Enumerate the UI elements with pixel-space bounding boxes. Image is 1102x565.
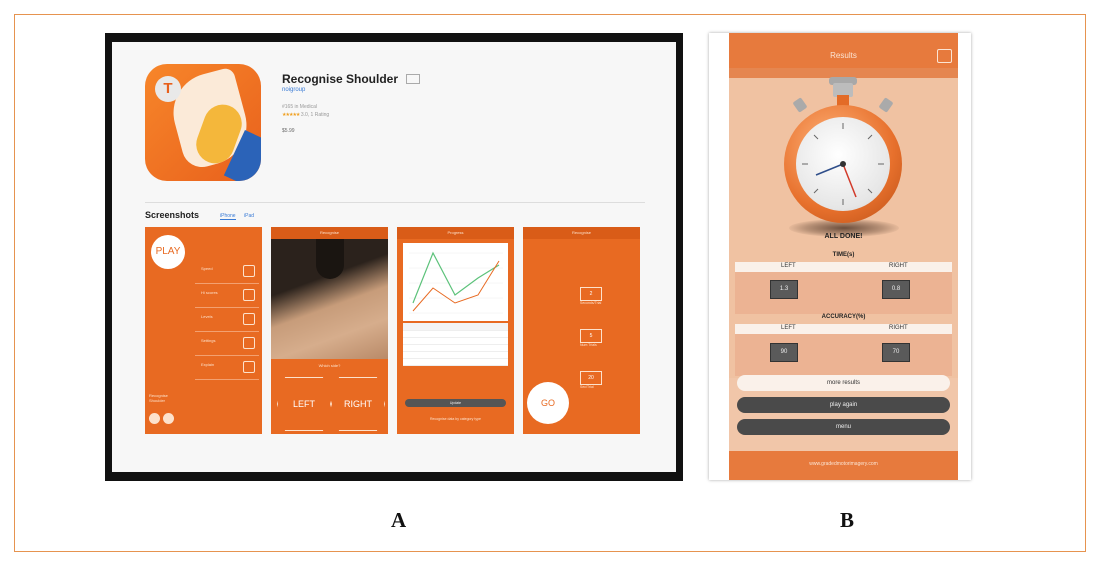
menu-button[interactable]: menu (737, 419, 950, 435)
time-left-value: 1.3 (770, 280, 798, 299)
results-screenshot: Results ALL DONE! TIME(s) LEFT RIGHT 1.3… (709, 33, 971, 480)
price-button[interactable]: $5.99 (282, 128, 295, 134)
share-icon[interactable] (937, 49, 952, 63)
screenshot-recognise[interactable]: Recognise Which side? LEFT RIGHT (271, 227, 388, 434)
menu-item-hi-scores[interactable]: Hi scores (195, 285, 259, 308)
caption-b: B (840, 508, 855, 532)
time-right-value: 0.8 (882, 280, 910, 299)
nav-bar: Progress (397, 227, 514, 239)
play-button[interactable]: PLAY (151, 235, 185, 269)
share-icon[interactable] (149, 413, 160, 424)
divider (145, 202, 645, 203)
value-box[interactable]: 20 (580, 371, 602, 385)
speed-icon (243, 265, 255, 277)
screenshot-settings[interactable]: Recognise 2 Seconds/Trial 5 Num Trials 2… (523, 227, 640, 434)
info-icon[interactable] (163, 413, 174, 424)
results-title: Results (830, 51, 857, 60)
left-label: LEFT (781, 325, 796, 331)
rating-line: ★★★★★ 3.0, 1 Rating (282, 112, 329, 118)
series-line-orange (412, 260, 500, 312)
hair-shape (316, 239, 344, 279)
value-label: Seconds/Trial (580, 301, 602, 305)
value-box[interactable]: 5 (580, 329, 602, 343)
stopwatch-hand-red (842, 163, 857, 198)
accuracy-right-value: 70 (882, 343, 910, 362)
value-label: Sec/Trial (580, 385, 594, 389)
rating-text: 3.0, 1 Rating (300, 112, 330, 118)
more-results-button[interactable]: more results (737, 375, 950, 391)
stopwatch-face (796, 117, 890, 211)
screenshot-main-menu[interactable]: PLAY Speed Hi scores Levels Settings Exp… (145, 227, 262, 434)
tab-iphone[interactable]: iPhone (220, 213, 236, 220)
levels-icon (243, 313, 255, 325)
update-button[interactable]: Update (405, 399, 506, 407)
results-screen: Results ALL DONE! TIME(s) LEFT RIGHT 1.3… (729, 33, 958, 480)
app-name-footer: Recognise Shoulder (149, 393, 168, 403)
nav-title: Recognise (320, 230, 339, 235)
menu-item-label: Explain (201, 362, 215, 367)
nav-bar: Recognise (523, 227, 640, 239)
question-caption: Which side? (318, 363, 341, 368)
play-again-button[interactable]: play again (737, 397, 950, 413)
nav-title: Recognise (572, 230, 591, 235)
app-store-screenshot: T Recognise Shoulder noigroup #165 in Me… (105, 33, 683, 481)
t-logo-icon: T (155, 76, 181, 102)
time-values-row (735, 272, 952, 314)
all-done-text: ALL DONE! (824, 233, 863, 240)
screenshot-progress[interactable]: Progress Update Recognise data by catego… (397, 227, 514, 434)
go-button[interactable]: GO (527, 382, 569, 424)
nav-bar: Recognise (271, 227, 388, 239)
menu-item-label: Speed (201, 266, 213, 271)
scores-icon (243, 289, 255, 301)
left-label: LEFT (781, 263, 796, 269)
menu-item-levels[interactable]: Levels (195, 309, 259, 332)
tab-ipad[interactable]: iPad (244, 213, 254, 219)
menu-item-label: Levels (201, 314, 213, 319)
developer-link[interactable]: noigroup (282, 87, 305, 93)
accuracy-left-value: 90 (770, 343, 798, 362)
time-heading: TIME(s) (832, 252, 855, 258)
status-bar (729, 33, 958, 46)
right-label: RIGHT (889, 325, 908, 331)
screenshots-heading: Screenshots (145, 210, 200, 220)
nav-title: Progress (447, 230, 464, 235)
time-label-bar: LEFT RIGHT (735, 262, 952, 272)
shoulder-photo (271, 239, 388, 359)
age-rating-badge (406, 74, 420, 84)
right-button[interactable]: RIGHT (331, 377, 385, 431)
menu-item-label: Settings (201, 338, 216, 343)
accuracy-heading: ACCURACY(%) (821, 314, 866, 320)
footer-url[interactable]: www.gradedmotorimagery.com (729, 461, 958, 467)
stopwatch-hand-blue (815, 163, 844, 176)
value-box[interactable]: 2 (580, 287, 602, 301)
right-label: RIGHT (889, 263, 908, 269)
progress-chart-svg (409, 251, 503, 314)
menu-item-label: Hi scores (201, 290, 218, 295)
gear-icon (243, 337, 255, 349)
star-rating-icon: ★★★★★ (282, 112, 300, 118)
value-label: Num Trials (580, 343, 597, 347)
menu-item-settings[interactable]: Settings (195, 333, 259, 356)
footer-line: Shoulder (149, 398, 166, 403)
accuracy-values-row (735, 334, 952, 376)
caption-a: A (391, 508, 407, 532)
menu-item-speed[interactable]: Speed (195, 261, 259, 284)
accuracy-label-bar: LEFT RIGHT (735, 324, 952, 334)
mail-icon (243, 361, 255, 373)
results-table (403, 323, 508, 366)
results-header: Results (729, 46, 958, 68)
category-rank: #165 in Medical (282, 104, 318, 110)
footer-bar: www.gradedmotorimagery.com (729, 451, 958, 480)
progress-footer: Recognise data by category type (430, 417, 481, 421)
left-button[interactable]: LEFT (277, 377, 331, 431)
stopwatch-dial (802, 123, 884, 205)
app-icon[interactable]: T (145, 64, 261, 181)
app-title: Recognise Shoulder (282, 72, 399, 86)
menu-item-explain[interactable]: Explain (195, 357, 259, 380)
table-row (403, 358, 508, 366)
progress-chart (403, 243, 508, 321)
app-store-page: T Recognise Shoulder noigroup #165 in Me… (112, 42, 676, 472)
